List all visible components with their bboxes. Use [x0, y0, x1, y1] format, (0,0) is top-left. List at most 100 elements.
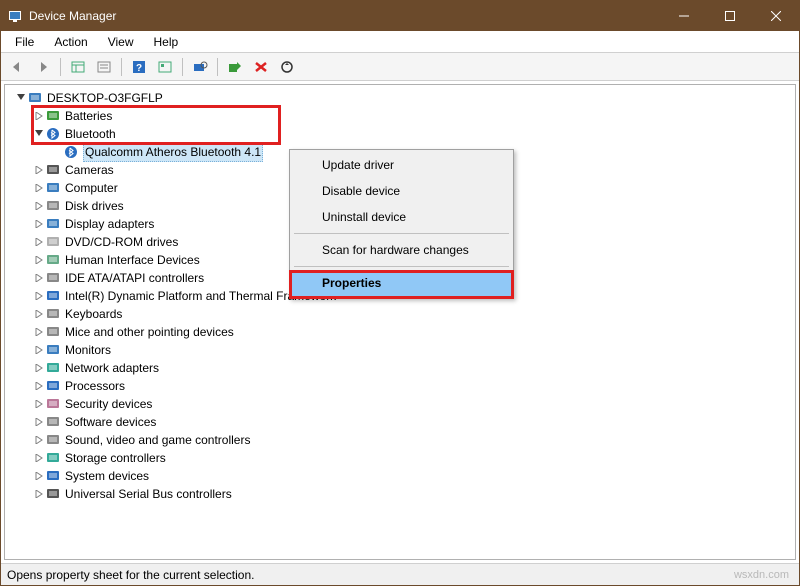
node-label: DVD/CD-ROM drives — [65, 233, 178, 251]
expand-icon[interactable] — [31, 181, 45, 195]
node-label: Universal Serial Bus controllers — [65, 485, 232, 503]
device-tree[interactable]: DESKTOP-O3FGFLPBatteriesBluetoothQualcom… — [4, 84, 796, 560]
node-label: Mice and other pointing devices — [65, 323, 234, 341]
ctx-properties[interactable]: Properties — [292, 270, 511, 296]
expand-icon[interactable] — [31, 469, 45, 483]
node-label: Security devices — [65, 395, 152, 413]
uninstall-device-button[interactable] — [249, 56, 273, 78]
tree-root[interactable]: DESKTOP-O3FGFLP — [5, 89, 795, 107]
statusbar: Opens property sheet for the current sel… — [1, 563, 799, 585]
system-icon — [45, 468, 61, 484]
app-icon — [7, 8, 23, 24]
expand-icon[interactable] — [31, 397, 45, 411]
menubar: File Action View Help — [1, 31, 799, 53]
software-icon — [45, 414, 61, 430]
ctx-update-driver[interactable]: Update driver — [292, 152, 511, 178]
node-label: Qualcomm Atheros Bluetooth 4.1 — [83, 142, 263, 162]
security-icon — [45, 396, 61, 412]
back-button[interactable] — [5, 56, 29, 78]
tree-node-bluetooth[interactable]: Bluetooth — [5, 125, 795, 143]
context-menu: Update driver Disable device Uninstall d… — [289, 149, 514, 299]
tree-node-storage-controllers[interactable]: Storage controllers — [5, 449, 795, 467]
menu-action[interactable]: Action — [44, 33, 97, 51]
tree-node-system-devices[interactable]: System devices — [5, 467, 795, 485]
node-label: Keyboards — [65, 305, 122, 323]
expand-icon[interactable] — [31, 199, 45, 213]
expand-icon[interactable] — [31, 307, 45, 321]
expand-icon[interactable] — [31, 379, 45, 393]
display-icon — [45, 216, 61, 232]
tree-node-software-devices[interactable]: Software devices — [5, 413, 795, 431]
monitor-icon — [45, 342, 61, 358]
ctx-separator — [294, 266, 509, 267]
menu-file[interactable]: File — [5, 33, 44, 51]
node-label: Network adapters — [65, 359, 159, 377]
expand-icon[interactable] — [31, 361, 45, 375]
collapse-icon[interactable] — [13, 91, 27, 105]
node-label: Batteries — [65, 107, 112, 125]
minimize-button[interactable] — [661, 1, 707, 31]
menu-help[interactable]: Help — [144, 33, 189, 51]
node-label: Storage controllers — [65, 449, 166, 467]
watermark: wsxdn.com — [734, 569, 799, 581]
tree-node-processors[interactable]: Processors — [5, 377, 795, 395]
ctx-disable-device[interactable]: Disable device — [292, 178, 511, 204]
tree-node-network-adapters[interactable]: Network adapters — [5, 359, 795, 377]
node-label: System devices — [65, 467, 149, 485]
forward-button[interactable] — [31, 56, 55, 78]
expand-icon[interactable] — [31, 343, 45, 357]
keyboard-icon — [45, 306, 61, 322]
expand-icon[interactable] — [31, 271, 45, 285]
expand-icon[interactable] — [31, 451, 45, 465]
tree-node-batteries[interactable]: Batteries — [5, 107, 795, 125]
expand-icon[interactable] — [31, 289, 45, 303]
ctx-scan-hardware[interactable]: Scan for hardware changes — [292, 237, 511, 263]
expander-placeholder — [49, 145, 63, 159]
close-button[interactable] — [753, 1, 799, 31]
expand-icon[interactable] — [31, 325, 45, 339]
node-label: Monitors — [65, 341, 111, 359]
expand-icon[interactable] — [31, 235, 45, 249]
help-button[interactable]: ? — [127, 56, 151, 78]
expand-icon[interactable] — [31, 487, 45, 501]
ctx-uninstall-device[interactable]: Uninstall device — [292, 204, 511, 230]
scan-hardware-button[interactable] — [188, 56, 212, 78]
computer-icon — [45, 180, 61, 196]
node-label: Disk drives — [65, 197, 124, 215]
node-label: Sound, video and game controllers — [65, 431, 250, 449]
window-title: Device Manager — [29, 9, 116, 23]
tree-node-keyboards[interactable]: Keyboards — [5, 305, 795, 323]
tree-node-monitors[interactable]: Monitors — [5, 341, 795, 359]
hid-icon — [45, 252, 61, 268]
expand-icon[interactable] — [31, 433, 45, 447]
properties-button[interactable] — [92, 56, 116, 78]
usb-icon — [45, 486, 61, 502]
bluetooth-icon — [63, 144, 79, 160]
node-label: Bluetooth — [65, 125, 116, 143]
expand-icon[interactable] — [31, 253, 45, 267]
camera-icon — [45, 162, 61, 178]
update-driver-button[interactable] — [275, 56, 299, 78]
root-icon — [27, 90, 43, 106]
node-label: DESKTOP-O3FGFLP — [47, 89, 163, 107]
expand-icon[interactable] — [31, 109, 45, 123]
menu-view[interactable]: View — [98, 33, 144, 51]
titlebar: Device Manager — [1, 1, 799, 31]
tree-node-security-devices[interactable]: Security devices — [5, 395, 795, 413]
action-button[interactable] — [153, 56, 177, 78]
tree-node-sound-video-and-game-controllers[interactable]: Sound, video and game controllers — [5, 431, 795, 449]
enable-device-button[interactable] — [223, 56, 247, 78]
toolbar: ? — [1, 53, 799, 81]
node-label: Cameras — [65, 161, 114, 179]
collapse-icon[interactable] — [31, 127, 45, 141]
show-hide-tree-button[interactable] — [66, 56, 90, 78]
sound-icon — [45, 432, 61, 448]
expand-icon[interactable] — [31, 415, 45, 429]
maximize-button[interactable] — [707, 1, 753, 31]
node-label: Computer — [65, 179, 118, 197]
expand-icon[interactable] — [31, 217, 45, 231]
tree-node-mice-and-other-pointing-devices[interactable]: Mice and other pointing devices — [5, 323, 795, 341]
expand-icon[interactable] — [31, 163, 45, 177]
tree-node-universal-serial-bus-controllers[interactable]: Universal Serial Bus controllers — [5, 485, 795, 503]
node-label: IDE ATA/ATAPI controllers — [65, 269, 204, 287]
